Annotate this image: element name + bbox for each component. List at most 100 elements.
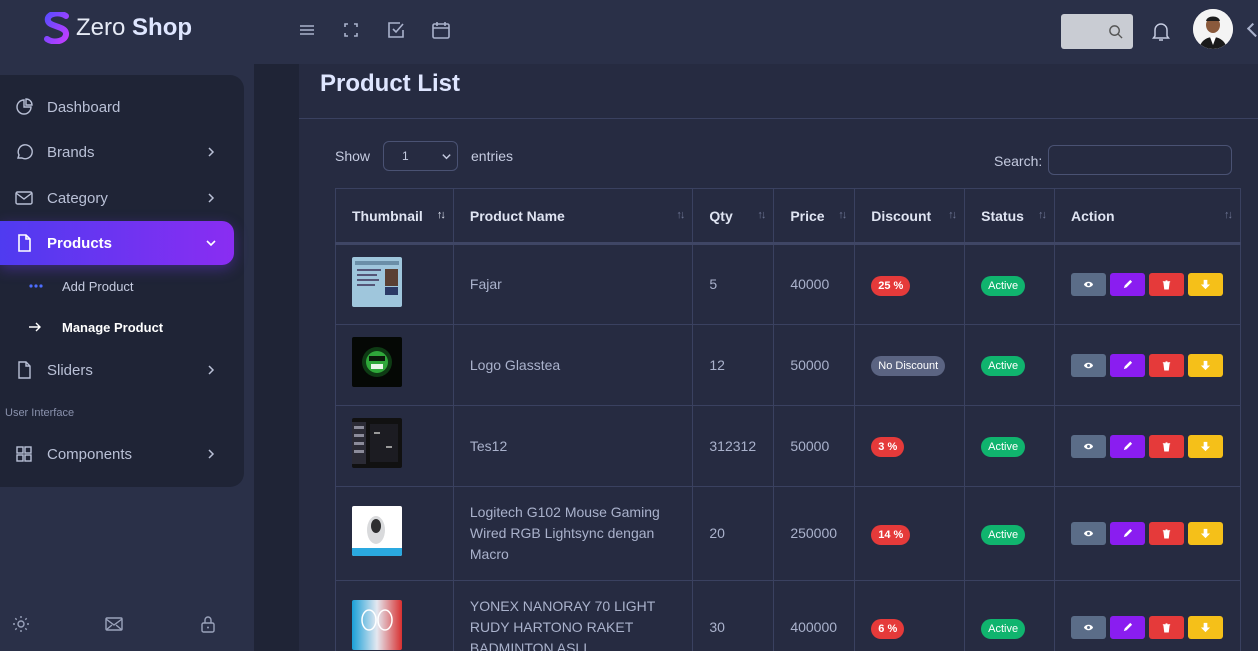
fullscreen-icon[interactable] [340,19,362,41]
checkbox-icon[interactable] [385,19,407,41]
column-header-action[interactable]: Action ↑↓ [1054,188,1241,245]
entries-select[interactable]: 1 [383,141,458,171]
sidebar-item-category[interactable]: Category [0,176,234,220]
sidebar-item-components[interactable]: Components [0,432,234,476]
message-circle-icon [14,142,34,162]
chevron-down-icon [442,154,451,160]
status-badge: Active [981,524,1026,545]
column-header-discount[interactable]: Discount ↑↓ [854,188,966,245]
column-header-thumbnail[interactable]: Thumbnail ↑↓ [335,188,454,245]
delete-button[interactable] [1149,353,1185,377]
view-button[interactable] [1071,434,1107,458]
discount-badge: 6 % [871,618,905,639]
menu-icon[interactable] [296,19,318,41]
download-button[interactable] [1188,616,1224,639]
thumbnail-cell [335,486,454,581]
pencil-icon [1123,622,1133,632]
download-button[interactable] [1188,353,1224,377]
brand-name: Zero Shop [76,14,192,42]
trash-icon [1162,529,1171,539]
lock-icon[interactable] [198,614,218,634]
sidebar-subitem-add-product[interactable]: Add Product [0,271,234,301]
column-header-label: Action [1071,207,1115,224]
chevron-down-icon [204,236,218,250]
status-cell: Active [964,486,1056,581]
top-search-button[interactable] [1061,14,1133,49]
edit-button[interactable] [1110,273,1146,296]
edit-button[interactable] [1110,434,1146,458]
trash-icon [1162,441,1171,452]
edit-button[interactable] [1110,616,1146,639]
pie-chart-icon [14,97,34,117]
sidebar-item-label: Sliders [47,361,93,379]
product-table: Thumbnail ↑↓ Product Name ↑↓ Qty ↑↓ Price ↑↓… [335,188,1241,651]
mail-icon [14,188,34,208]
calendar-icon[interactable] [430,19,452,41]
sidebar-item-label: Dashboard [47,98,121,116]
download-button[interactable] [1188,434,1224,458]
product-thumbnail[interactable] [352,599,402,650]
sort-icon: ↑↓ [757,209,766,221]
discount-badge: 25 % [871,275,911,296]
status-cell: Active [964,580,1056,651]
product-name: Tes12 [452,405,694,487]
arrow-down-icon [1200,441,1211,451]
discount-cell: 14 % [854,486,966,581]
entries-value: 1 [402,149,409,163]
column-header-qty[interactable]: Qty ↑↓ [692,188,775,245]
column-header-label: Qty [709,207,733,224]
brand[interactable]: Zero Shop [44,12,192,44]
product-thumbnail[interactable] [352,505,402,556]
delete-button[interactable] [1149,616,1185,639]
dots-icon [29,284,43,288]
search-input[interactable] [1048,145,1232,175]
settings-icon[interactable] [11,614,31,634]
status-badge: Active [981,437,1026,457]
product-price: 250000 [773,486,856,581]
edit-button[interactable] [1110,522,1146,545]
pencil-icon [1123,360,1133,369]
bell-icon[interactable] [1149,19,1173,43]
sidebar-item-label: Category [47,189,108,207]
mail-icon[interactable] [104,614,124,634]
delete-button[interactable] [1149,522,1185,545]
sidebar-subitem-label: Add Product [62,278,134,294]
sidebar-item-sliders[interactable]: Sliders [0,348,234,392]
column-header-price[interactable]: Price ↑↓ [773,188,856,245]
delete-button[interactable] [1149,434,1185,458]
product-thumbnail[interactable] [352,337,402,387]
status-cell: Active [964,243,1056,325]
status-badge: Active [981,356,1026,376]
download-button[interactable] [1188,522,1224,545]
edit-button[interactable] [1110,353,1146,377]
product-name: YONEX NANORAY 70 LIGHT RUDY HARTONO RAKE… [452,580,694,651]
sidebar-item-brands[interactable]: Brands [0,130,234,174]
sidebar-item-dashboard[interactable]: Dashboard [0,85,234,129]
sidebar-subitem-manage-product[interactable]: Manage Product [0,312,234,342]
download-button[interactable] [1188,273,1224,296]
product-thumbnail[interactable] [352,418,402,468]
arrow-right-icon [29,322,41,332]
view-button[interactable] [1071,616,1107,639]
view-button[interactable] [1071,522,1107,545]
column-header-status[interactable]: Status ↑↓ [964,188,1056,245]
chevron-left-icon[interactable] [1246,22,1258,38]
discount-cell: 6 % [854,580,966,651]
status-cell: Active [964,405,1056,487]
status-badge: Active [981,275,1026,296]
column-header-product-name[interactable]: Product Name ↑↓ [452,188,694,245]
product-qty: 312312 [692,405,775,487]
view-button[interactable] [1071,273,1107,296]
thumbnail-cell [335,243,454,325]
product-price: 50000 [773,324,856,406]
sidebar-item-products[interactable]: Products [0,221,234,265]
product-thumbnail[interactable] [352,256,402,307]
view-button[interactable] [1071,353,1107,377]
discount-badge: 14 % [871,524,911,545]
brand-name-bold: Shop [132,14,193,41]
grid-icon [14,444,34,464]
avatar[interactable] [1193,9,1233,49]
delete-button[interactable] [1149,273,1185,296]
eye-icon [1083,443,1094,449]
action-cell [1054,580,1241,651]
